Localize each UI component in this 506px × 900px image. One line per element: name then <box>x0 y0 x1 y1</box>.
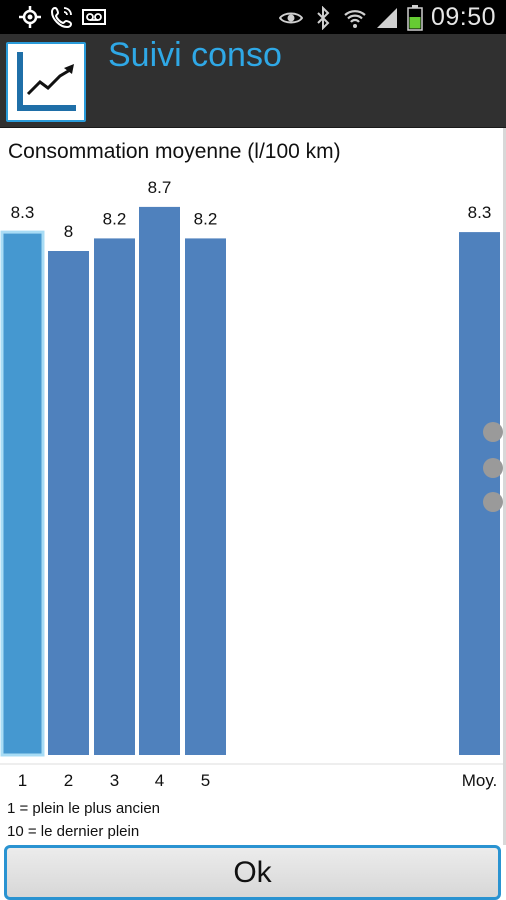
bar-5[interactable] <box>185 238 226 755</box>
ok-button[interactable]: Ok <box>4 845 501 900</box>
scroll-handle[interactable] <box>483 458 503 478</box>
bar-value-label: 8.3 <box>468 203 492 222</box>
scroll-handle[interactable] <box>483 422 503 442</box>
bar-1[interactable] <box>0 230 45 757</box>
bar-2[interactable] <box>48 251 89 755</box>
bar-3[interactable] <box>94 238 135 755</box>
bar-value-label: 8.3 <box>11 203 35 222</box>
bar-value-label: 8.7 <box>148 178 172 197</box>
bar-value-label: 8.2 <box>103 209 127 228</box>
x-tick-label: 2 <box>64 771 73 790</box>
x-tick-label: Moy. <box>462 771 498 790</box>
bar-value-label: 8.2 <box>194 209 218 228</box>
legend-note-oldest: 1 = plein le plus ancien <box>7 800 161 817</box>
legend-note-latest: 10 = le dernier plein <box>7 823 140 840</box>
x-tick-label: 1 <box>18 771 27 790</box>
x-tick-label: 5 <box>201 771 210 790</box>
bar-chart: 8.3 1 8 2 8.2 3 8.7 4 8.2 5 8.3 Moy. <box>0 178 503 790</box>
bar-4[interactable] <box>139 206 180 755</box>
x-tick-label: 4 <box>155 771 164 790</box>
scroll-handle[interactable] <box>483 492 503 512</box>
bar-value-label: 8 <box>64 222 73 241</box>
x-tick-label: 3 <box>110 771 119 790</box>
